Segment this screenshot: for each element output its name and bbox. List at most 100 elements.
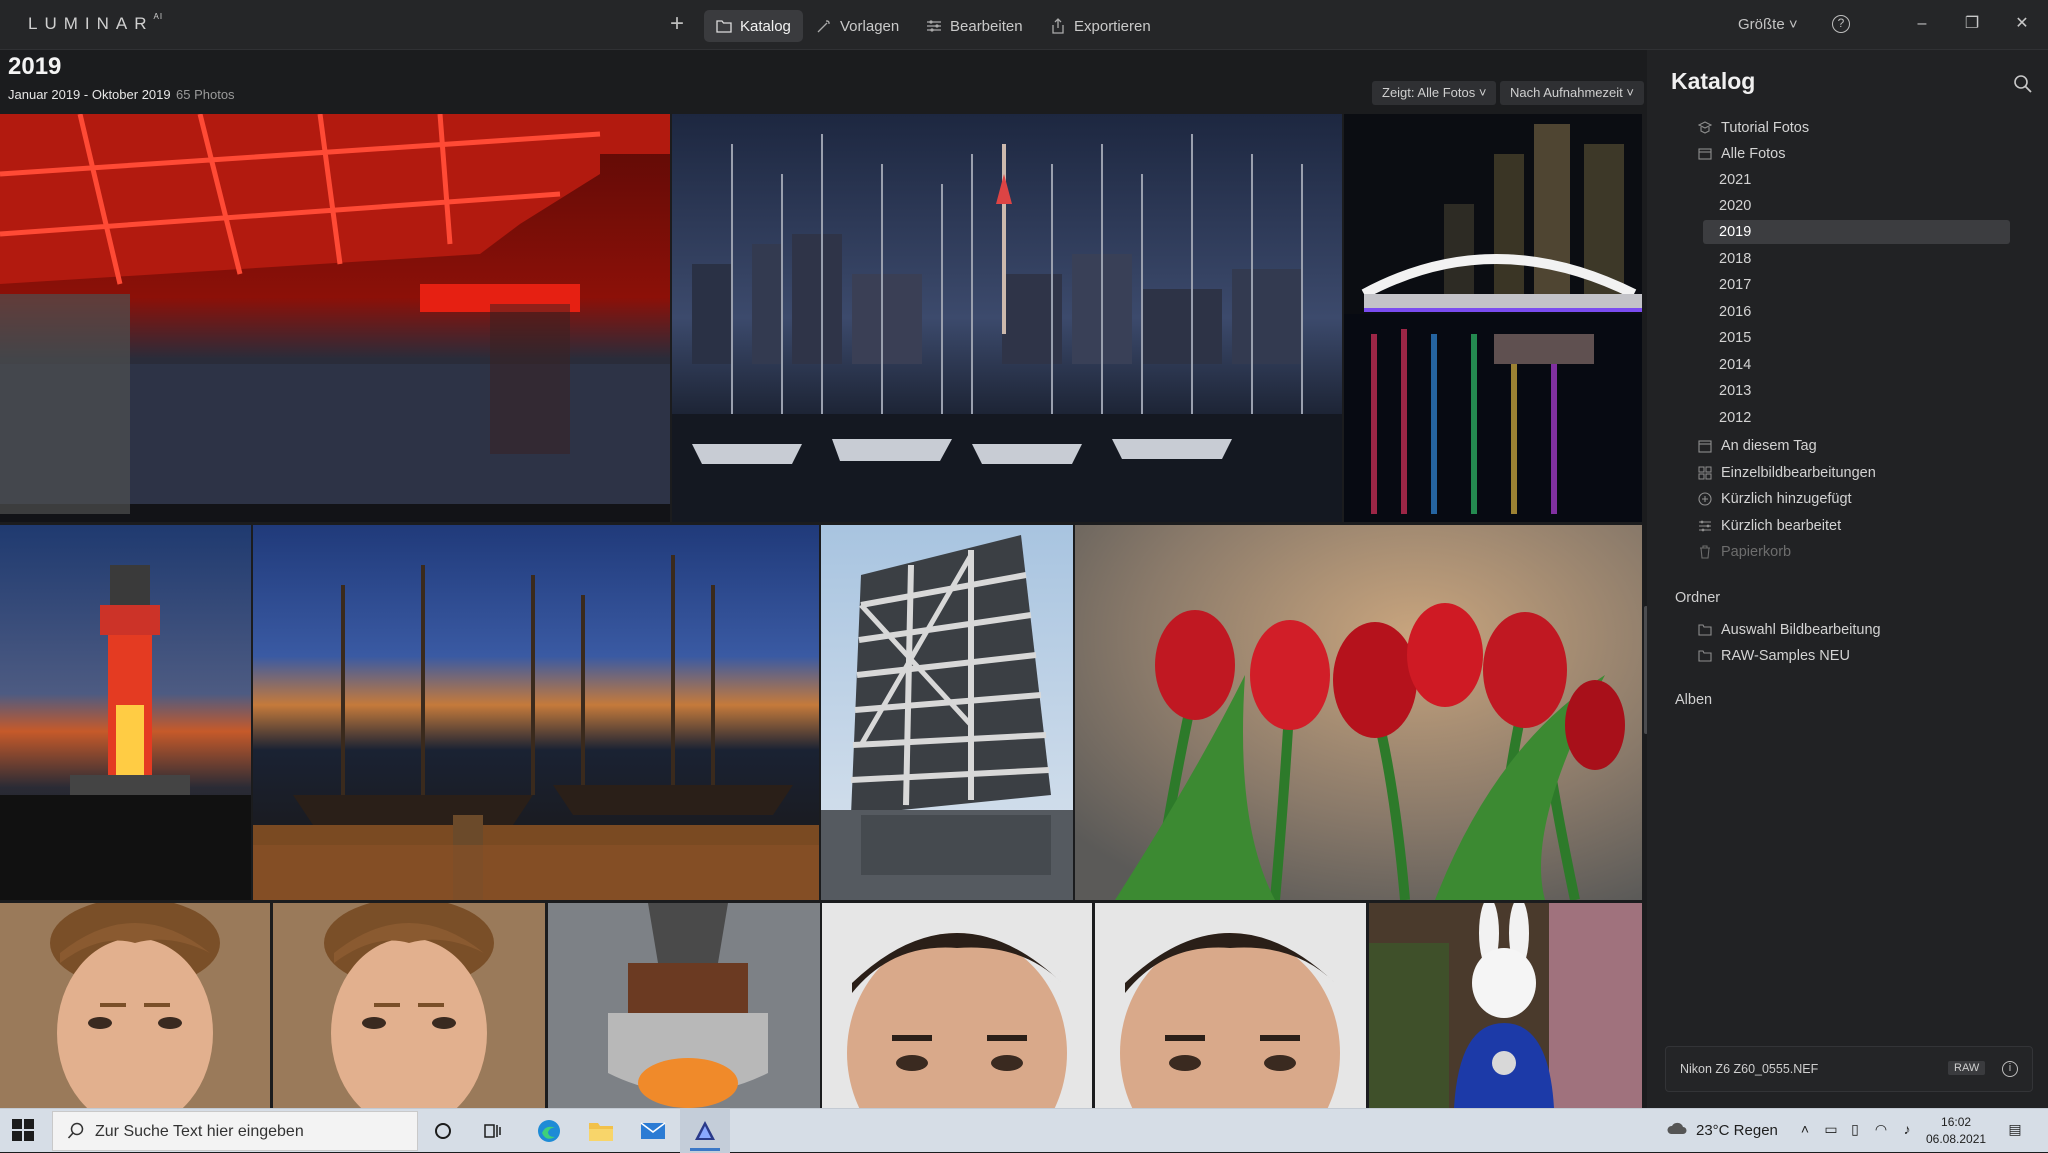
catalog-panel: Katalog Tutorial Fotos Alle Fotos 2021 2… [1647, 50, 2048, 1108]
plus-circle-icon [1697, 491, 1713, 507]
windows-taskbar: Zur Suche Text hier eingeben 23°C Regen … [0, 1108, 2048, 1153]
tab-vorlagen[interactable]: Vorlagen [804, 10, 911, 42]
app-logo: LUMINARAI [28, 12, 164, 33]
folders-heading[interactable]: Ordner [1675, 590, 1720, 606]
albums-heading[interactable]: Alben [1675, 692, 1712, 708]
photo-marina-night[interactable] [672, 114, 1342, 522]
weather-widget[interactable]: 23°C Regen [1666, 1120, 1778, 1140]
catalog-item-all-photos[interactable]: Alle Fotos [1697, 142, 1785, 166]
catalog-item-label: An diesem Tag [1721, 438, 1817, 454]
size-dropdown[interactable]: Größte ˅ [1738, 16, 1798, 33]
panel-title: Katalog [1671, 68, 1756, 94]
year-item-2013[interactable]: 2013 [1703, 379, 2010, 403]
photo-white-rabbit[interactable] [1369, 903, 1642, 1108]
clock-time: 16:02 [1941, 1115, 1972, 1129]
trash-icon [1697, 544, 1713, 560]
catalog-item-single-edits[interactable]: Einzelbildbearbeitungen [1697, 461, 1876, 485]
sliders-icon [1697, 518, 1713, 534]
year-item-2014[interactable]: 2014 [1703, 353, 2010, 377]
top-bar: LUMINARAI + Katalog Vorlagen Bearbeiten … [0, 0, 2048, 50]
catalog-item-recently-added[interactable]: Kürzlich hinzugefügt [1697, 487, 1852, 511]
year-item-2021[interactable]: 2021 [1703, 168, 2010, 192]
chevron-up-icon[interactable]: ˄ [1796, 1121, 1814, 1139]
photo-rainbow-bridge[interactable] [1344, 114, 1642, 522]
photo-lighthouse[interactable] [0, 525, 251, 900]
sliders-icon [926, 18, 942, 34]
catalog-item-trash[interactable]: Papierkorb [1697, 540, 1791, 564]
folder-item-label: RAW-Samples NEU [1721, 648, 1850, 664]
date-range: Januar 2019 - Oktober 2019 [8, 87, 171, 102]
year-item-2020[interactable]: 2020 [1703, 194, 2010, 218]
info-icon[interactable]: i [2002, 1061, 2018, 1077]
tab-label: Exportieren [1074, 17, 1151, 35]
restore-icon[interactable]: ❐ [1960, 12, 1984, 36]
year-item-2018[interactable]: 2018 [1703, 247, 2010, 271]
notification-icon[interactable]: ▤ [2006, 1121, 2024, 1139]
catalog-item-tutorial[interactable]: Tutorial Fotos [1697, 116, 1809, 140]
search-icon[interactable] [2013, 74, 2033, 94]
luminar-app-icon[interactable] [680, 1109, 730, 1153]
windows-start-icon[interactable] [10, 1117, 38, 1145]
catalog-item-label: Papierkorb [1721, 544, 1792, 560]
page-title: 2019 [8, 53, 62, 80]
catalog-item-recently-edited[interactable]: Kürzlich bearbeitet [1697, 514, 1841, 538]
tutorial-icon [1697, 120, 1713, 136]
catalog-item-label: Kürzlich hinzugefügt [1721, 491, 1852, 507]
cortana-icon[interactable] [418, 1109, 468, 1153]
year-item-2017[interactable]: 2017 [1703, 273, 2010, 297]
task-view-icon[interactable] [468, 1109, 518, 1153]
photos-icon [1697, 146, 1713, 162]
photo-portrait-1[interactable] [0, 903, 270, 1108]
folder-item-raw-samples[interactable]: RAW-Samples NEU [1697, 644, 1850, 668]
cloud-icon [1666, 1120, 1688, 1140]
raw-badge: RAW [1948, 1061, 1986, 1075]
magic-wand-icon [816, 18, 832, 34]
photo-portrait-3[interactable] [822, 903, 1092, 1108]
close-icon[interactable]: ✕ [2010, 12, 2034, 36]
taskbar-search-input[interactable]: Zur Suche Text hier eingeben [52, 1111, 418, 1151]
tab-bearbeiten[interactable]: Bearbeiten [914, 10, 1035, 42]
year-item-2015[interactable]: 2015 [1703, 326, 2010, 350]
photo-lamp[interactable] [548, 903, 820, 1108]
photo-portrait-2[interactable] [273, 903, 545, 1108]
tab-katalog[interactable]: Katalog [704, 10, 803, 42]
photo-building[interactable] [821, 525, 1073, 900]
tab-exportieren[interactable]: Exportieren [1038, 10, 1163, 42]
year-item-2016[interactable]: 2016 [1703, 300, 2010, 324]
folder-item-auswahl[interactable]: Auswahl Bildbearbeitung [1697, 618, 1881, 642]
clock[interactable]: 16:02 06.08.2021 [1926, 1114, 1986, 1148]
wifi-icon[interactable]: ◠ [1872, 1121, 1890, 1139]
catalog-item-label: Tutorial Fotos [1721, 120, 1810, 136]
year-item-2019[interactable]: 2019 [1703, 220, 2010, 244]
search-icon [67, 1122, 85, 1145]
tab-label: Vorlagen [840, 17, 900, 35]
minimize-icon[interactable]: – [1910, 12, 1934, 36]
folder-icon [1697, 648, 1713, 664]
photo-sailing-ships[interactable] [253, 525, 819, 900]
search-placeholder: Zur Suche Text hier eingeben [95, 1123, 304, 1140]
file-info-bar: Nikon Z6 Z60_0555.NEF RAW i [1665, 1046, 2033, 1092]
calendar-icon [1697, 438, 1713, 454]
battery-icon[interactable]: ▯ [1846, 1121, 1864, 1139]
folder-item-label: Auswahl Bildbearbeitung [1721, 622, 1881, 638]
filter-show-dropdown[interactable]: Zeigt: Alle Fotos ˅ [1372, 81, 1497, 105]
volume-icon[interactable]: ♪ [1898, 1121, 1916, 1139]
weather-text: 23°C Regen [1696, 1121, 1778, 1139]
help-icon[interactable]: ? [1832, 15, 1850, 33]
edge-icon[interactable] [524, 1109, 574, 1153]
photo-portrait-4[interactable] [1095, 903, 1366, 1108]
grid-icon [1697, 465, 1713, 481]
add-button[interactable]: + [666, 12, 688, 38]
mail-icon[interactable] [628, 1109, 678, 1153]
catalog-item-on-this-day[interactable]: An diesem Tag [1697, 434, 1817, 458]
photo-tulips[interactable] [1075, 525, 1642, 900]
sort-dropdown[interactable]: Nach Aufnahmezeit ˅ [1500, 81, 1644, 105]
catalog-item-label: Einzelbildbearbeitungen [1721, 465, 1876, 481]
tab-label: Katalog [740, 17, 791, 35]
year-item-2012[interactable]: 2012 [1703, 406, 2010, 430]
photo-red-bridge[interactable] [0, 114, 670, 522]
file-explorer-icon[interactable] [576, 1109, 626, 1153]
device-icon[interactable]: ▭ [1822, 1121, 1840, 1139]
catalog-item-label: Kürzlich bearbeitet [1721, 518, 1842, 534]
catalog-item-label: Alle Fotos [1721, 146, 1786, 162]
